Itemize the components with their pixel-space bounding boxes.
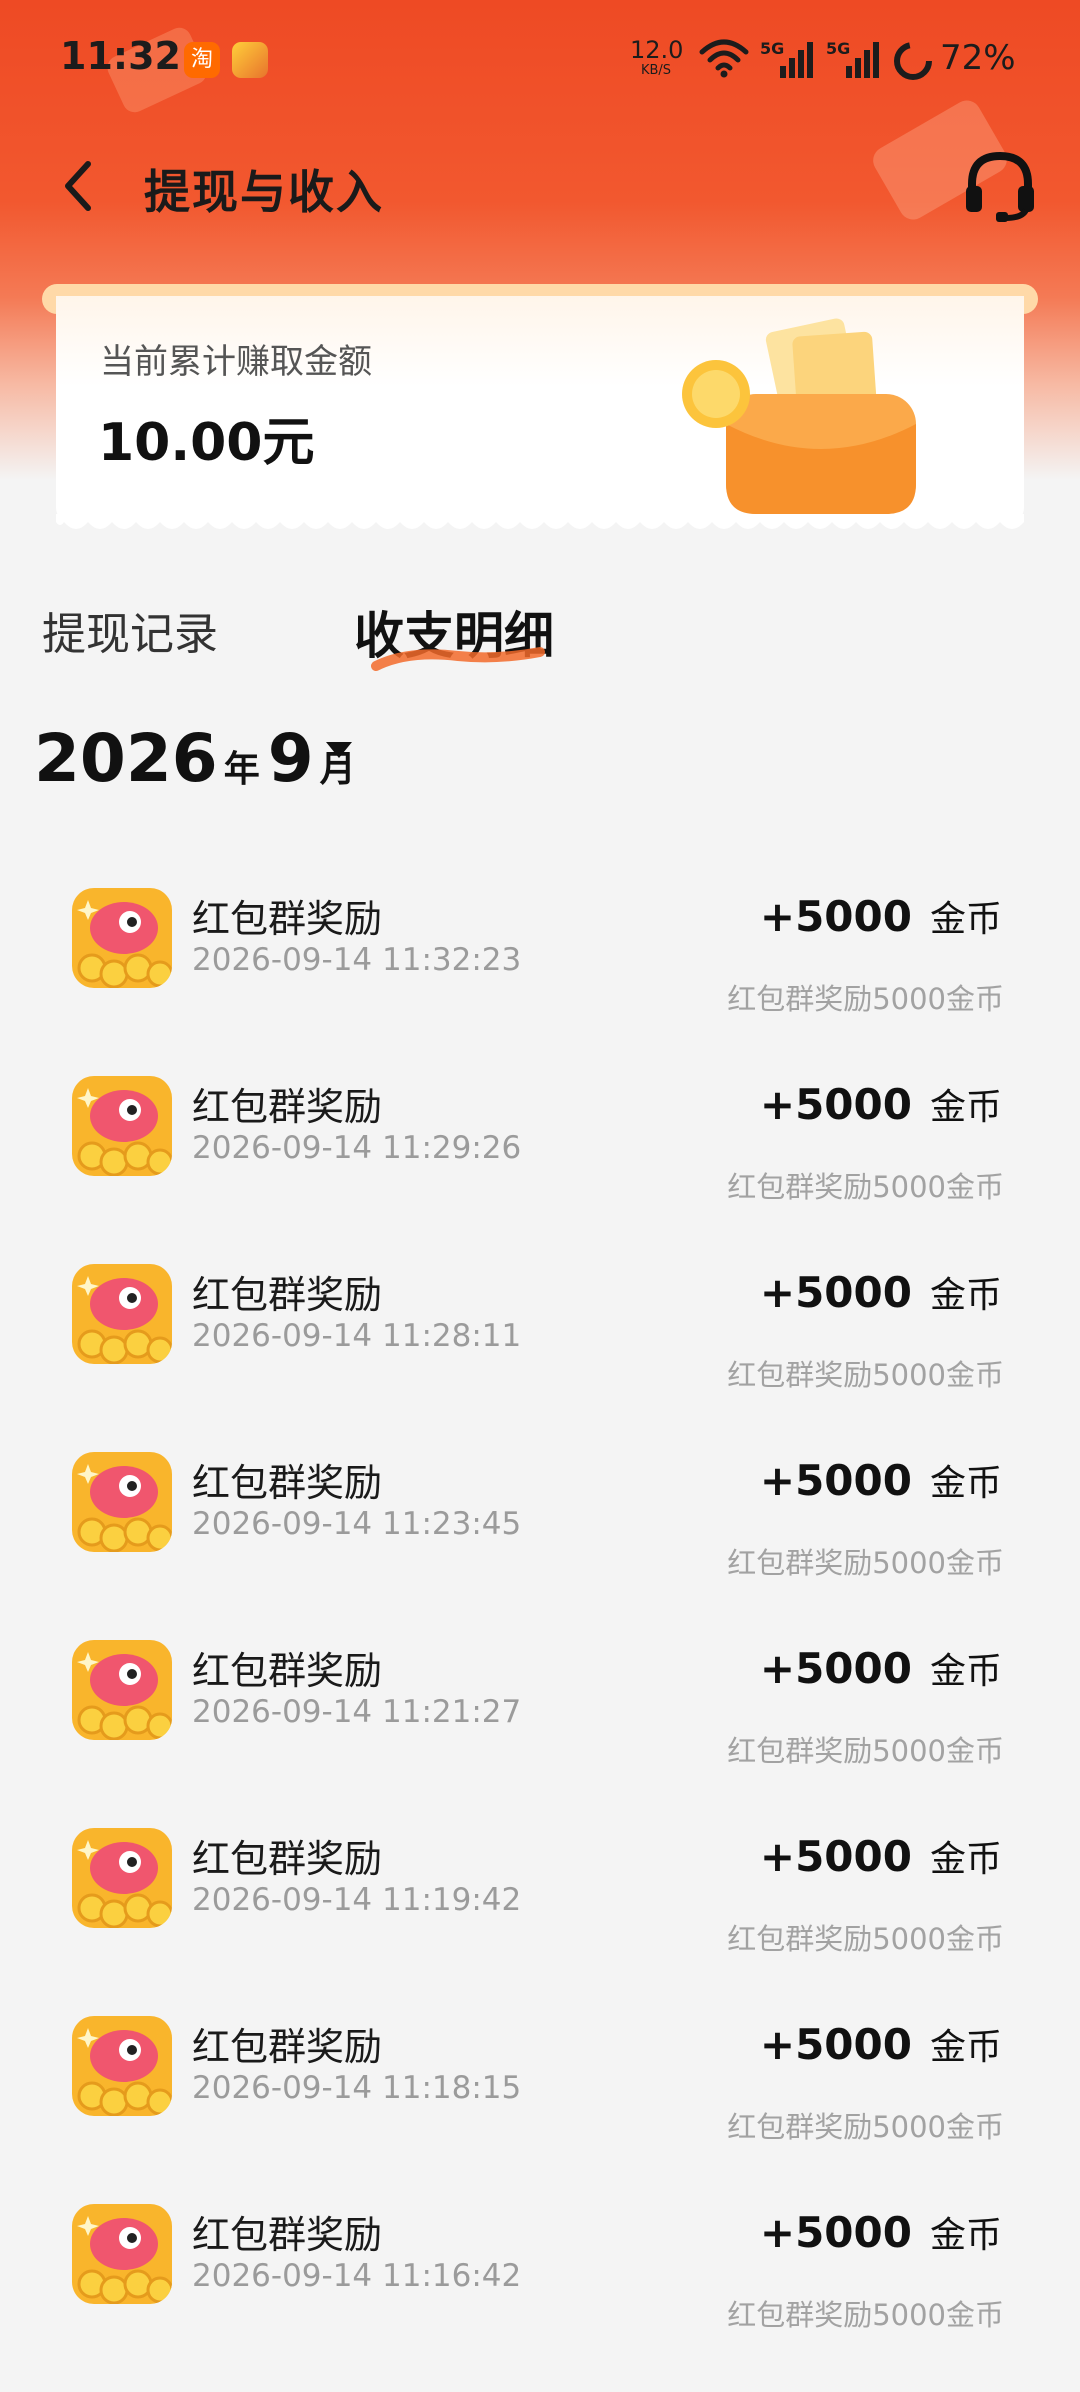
active-tab-indicator	[371, 647, 545, 671]
transaction-description: 红包群奖励5000金币	[727, 2110, 1004, 2144]
amount-unit: 金币	[929, 1839, 1002, 1880]
game-app-icon	[232, 42, 268, 78]
network-speed-unit: KB/S	[640, 63, 672, 78]
transaction-title: 红包群奖励	[192, 2025, 383, 2069]
month-number: 9	[267, 720, 314, 797]
red-packet-reward-icon	[72, 1076, 172, 1176]
caret-down-icon	[326, 742, 352, 758]
taobao-app-icon: 淘	[184, 42, 220, 78]
tab-withdraw-records[interactable]: 提现记录	[42, 598, 218, 662]
transaction-description: 红包群奖励5000金币	[727, 1922, 1004, 1956]
back-button[interactable]	[56, 156, 100, 216]
amount-unit: 金币	[929, 2027, 1002, 2068]
transaction-time: 2026-09-14 11:21:27	[192, 1694, 522, 1730]
transaction-time: 2026-09-14 11:29:26	[192, 1130, 522, 1166]
transaction-amount: +5000 金币	[760, 1830, 1002, 1882]
transaction-title: 红包群奖励	[192, 1837, 383, 1881]
amount-value: +5000	[759, 892, 912, 941]
red-packet-reward-icon	[72, 888, 172, 988]
transaction-row[interactable]: 红包群奖励 2026-09-14 11:19:42 +5000 金币 红包群奖励5…	[0, 1828, 1080, 2016]
transaction-description: 红包群奖励5000金币	[727, 982, 1004, 1016]
transaction-row[interactable]: 红包群奖励 2026-09-14 11:21:27 +5000 金币 红包群奖励5…	[0, 1640, 1080, 1828]
earnings-amount: 10.00元	[98, 413, 315, 473]
signal-label: 5G	[826, 39, 850, 58]
page-title: 提现与收入	[144, 165, 384, 219]
transaction-time: 2026-09-14 11:28:11	[192, 1318, 522, 1354]
amount-value: +5000	[759, 1832, 912, 1881]
transaction-amount: +5000 金币	[760, 1642, 1002, 1694]
transaction-description: 红包群奖励5000金币	[727, 1358, 1004, 1392]
transaction-amount: +5000 金币	[760, 1078, 1002, 1130]
transaction-amount: +5000 金币	[760, 1454, 1002, 1506]
transaction-title: 红包群奖励	[192, 1461, 383, 1505]
amount-unit: 金币	[929, 899, 1002, 940]
signal-icon: 5G	[826, 39, 879, 78]
signal-label: 5G	[760, 39, 784, 58]
amount-value: +5000	[759, 1268, 912, 1317]
headset-icon[interactable]	[962, 148, 1038, 224]
transaction-row[interactable]: 红包群奖励 2026-09-14 11:16:42 +5000 金币 红包群奖励5…	[0, 2204, 1080, 2392]
amount-value: +5000	[759, 1456, 912, 1505]
transaction-title: 红包群奖励	[192, 2213, 383, 2257]
amount-unit: 金币	[929, 1463, 1002, 1504]
earnings-label: 当前累计赚取金额	[100, 342, 372, 382]
transaction-description: 红包群奖励5000金币	[727, 1734, 1004, 1768]
transaction-row[interactable]: 红包群奖励 2026-09-14 11:28:11 +5000 金币 红包群奖励5…	[0, 1264, 1080, 1452]
status-time: 11:32	[60, 34, 181, 78]
amount-value: +5000	[759, 2208, 912, 2257]
transaction-row[interactable]: 红包群奖励 2026-09-14 11:29:26 +5000 金币 红包群奖励5…	[0, 1076, 1080, 1264]
transaction-title: 红包群奖励	[192, 897, 383, 941]
red-packet-reward-icon	[72, 1452, 172, 1552]
amount-value: +5000	[759, 1080, 912, 1129]
transaction-amount: +5000 金币	[760, 1266, 1002, 1318]
red-packet-reward-icon	[72, 2016, 172, 2116]
transaction-title: 红包群奖励	[192, 1649, 383, 1693]
transaction-title: 红包群奖励	[192, 1273, 383, 1317]
red-packet-reward-icon	[72, 1640, 172, 1740]
transaction-row[interactable]: 红包群奖励 2026-09-14 11:32:23 +5000 金币 红包群奖励5…	[0, 888, 1080, 1076]
transaction-amount: +5000 金币	[760, 890, 1002, 942]
wifi-icon	[699, 39, 749, 78]
amount-unit: 金币	[929, 1651, 1002, 1692]
transaction-title: 红包群奖励	[192, 1085, 383, 1129]
transaction-description: 红包群奖励5000金币	[727, 2298, 1004, 2332]
red-packet-reward-icon	[72, 2204, 172, 2304]
network-speed: 12.0 KB/S	[630, 36, 684, 78]
transaction-row[interactable]: 红包群奖励 2026-09-14 11:23:45 +5000 金币 红包群奖励5…	[0, 1452, 1080, 1640]
battery-icon	[894, 42, 932, 80]
transaction-time: 2026-09-14 11:23:45	[192, 1506, 522, 1542]
amount-value: +5000	[759, 1644, 912, 1693]
year-unit: 年	[223, 749, 260, 790]
amount-unit: 金币	[929, 1275, 1002, 1316]
transaction-amount: +5000 金币	[760, 2206, 1002, 2258]
amount-unit: 金币	[929, 2215, 1002, 2256]
amount-value: +5000	[759, 2020, 912, 2069]
month-year: 2026	[34, 720, 218, 797]
transaction-description: 红包群奖励5000金币	[727, 1546, 1004, 1580]
status-bar: 11:32 淘 12.0 KB/S 5G 5G 72%	[0, 0, 1080, 120]
signal-icon: 5G	[760, 39, 813, 78]
amount-unit: 金币	[929, 1087, 1002, 1128]
red-packet-reward-icon	[72, 1828, 172, 1928]
red-packet-reward-icon	[72, 1264, 172, 1364]
battery-percent: 72%	[940, 38, 1016, 78]
wallet-illustration	[682, 318, 916, 514]
transaction-time: 2026-09-14 11:32:23	[192, 942, 522, 978]
transaction-time: 2026-09-14 11:19:42	[192, 1882, 522, 1918]
transaction-row[interactable]: 红包群奖励 2026-09-14 11:18:15 +5000 金币 红包群奖励5…	[0, 2016, 1080, 2204]
transaction-time: 2026-09-14 11:18:15	[192, 2070, 522, 2106]
month-selector[interactable]: 2026 年 9 月	[34, 720, 364, 800]
transaction-amount: +5000 金币	[760, 2018, 1002, 2070]
transaction-description: 红包群奖励5000金币	[727, 1170, 1004, 1204]
network-speed-value: 12.0	[630, 36, 684, 64]
transaction-time: 2026-09-14 11:16:42	[192, 2258, 522, 2294]
